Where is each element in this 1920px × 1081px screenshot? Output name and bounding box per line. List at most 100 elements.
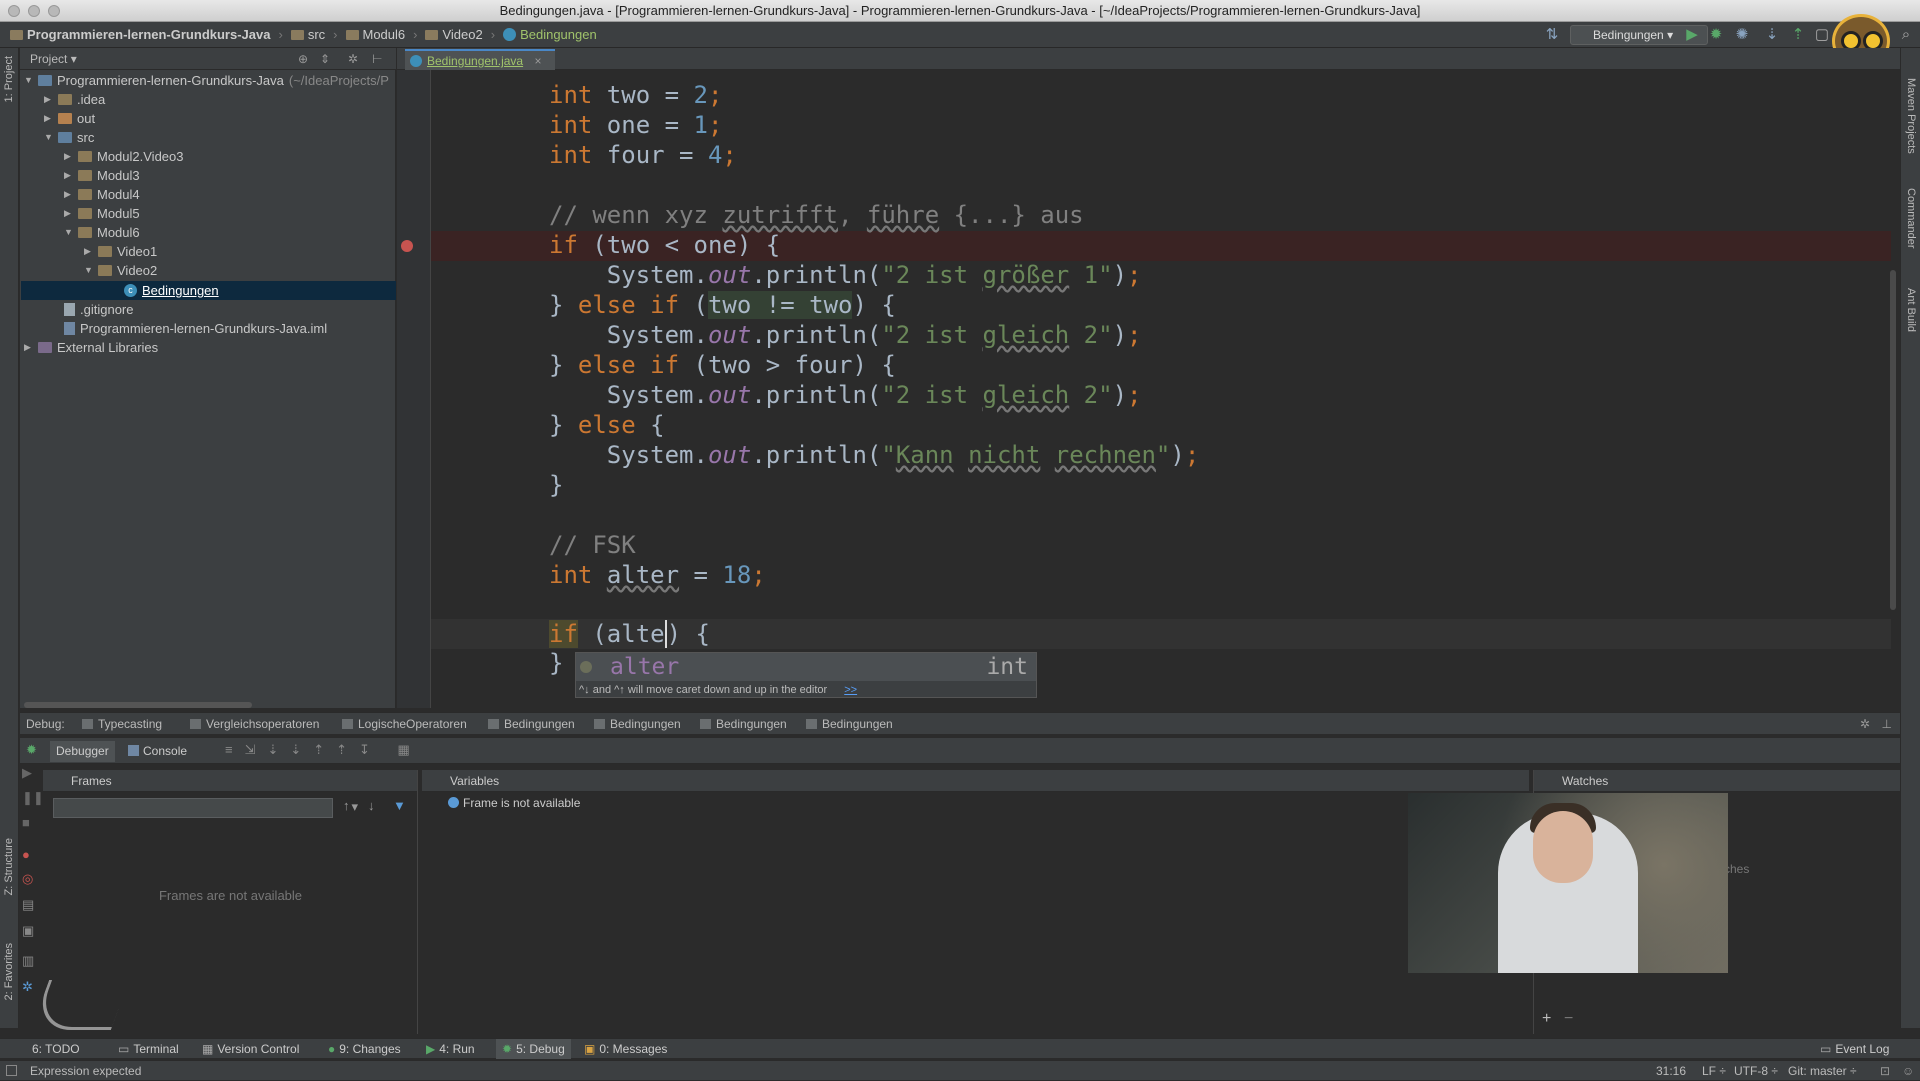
rerun-icon[interactable]: ✹	[26, 742, 37, 758]
resume-icon[interactable]: ▶	[22, 765, 32, 781]
debug-icon[interactable]: ✹	[1707, 26, 1725, 44]
lock-icon[interactable]: ⊡	[1880, 1061, 1890, 1081]
info-icon	[448, 797, 459, 808]
breakpoint-icon[interactable]	[401, 240, 413, 252]
layout-toggle-icon[interactable]	[6, 1065, 17, 1076]
collapse-icon[interactable]: ⇕	[320, 48, 330, 70]
settings-icon[interactable]: ✲	[22, 979, 33, 995]
build-icon[interactable]: ⇅	[1543, 26, 1561, 44]
completion-item-alter[interactable]: alter int	[576, 653, 1036, 681]
vcs-update-icon[interactable]: ⇣	[1763, 26, 1781, 44]
crumb-src[interactable]: src ›	[290, 27, 338, 42]
tree-item-external-libraries[interactable]: ▶ External Libraries	[24, 338, 158, 357]
close-icon[interactable]	[8, 5, 20, 17]
frame-down-icon[interactable]: ↓	[368, 798, 375, 813]
filter-icon[interactable]: ▼	[393, 798, 406, 813]
dump-threads-icon[interactable]: ▤	[22, 897, 34, 913]
tree-item-video1[interactable]: ▶ Video1	[84, 242, 157, 261]
tab-console[interactable]: Console	[122, 741, 193, 762]
class-icon: c	[124, 284, 137, 297]
crumb-bedingungen[interactable]: Bedingungen	[503, 27, 597, 42]
project-view-select[interactable]: Project	[30, 52, 67, 66]
remove-watch-icon[interactable]: −	[1564, 1010, 1573, 1028]
mute-breakpoints-icon[interactable]: ◎	[22, 871, 33, 887]
tree-item-src[interactable]: ▼ src	[44, 128, 94, 147]
debug-tab-bedingungen-1[interactable]: Bedingungen	[488, 713, 575, 735]
folder-icon	[78, 227, 92, 238]
tree-item-modul3[interactable]: ▶ Modul3	[64, 166, 140, 185]
stop-icon[interactable]: ■	[22, 815, 30, 830]
tree-item-gitignore[interactable]: .gitignore	[64, 300, 133, 319]
git-branch[interactable]: Git: master ÷	[1788, 1061, 1857, 1081]
pin-icon[interactable]: ▥	[22, 953, 34, 969]
coverage-icon[interactable]: ✺	[1733, 26, 1751, 44]
tab-debugger[interactable]: Debugger	[50, 741, 115, 762]
tool-tab-run[interactable]: ▶ 4: Run	[426, 1039, 475, 1059]
inspector-icon[interactable]: ☺	[1902, 1061, 1914, 1081]
tool-tab-messages[interactable]: ▣ 0: Messages	[584, 1039, 667, 1059]
gear-icon[interactable]: ✲	[1860, 713, 1870, 735]
gear-icon[interactable]: ✲	[348, 48, 358, 70]
class-icon	[410, 55, 422, 67]
tree-item-idea[interactable]: ▶ .idea	[44, 90, 105, 109]
hide-icon[interactable]: ⊢	[372, 48, 382, 70]
tool-tab-changes[interactable]: ● 9: Changes	[328, 1039, 401, 1059]
tree-item-modul2-video3[interactable]: ▶ Modul2.Video3	[64, 147, 184, 166]
ant-build-tool-tab[interactable]: Ant Build	[1905, 288, 1917, 332]
restore-layout-icon[interactable]: ▣	[22, 923, 34, 939]
tree-item-bedingungen[interactable]: c Bedingungen	[124, 281, 219, 300]
tree-item-modul5[interactable]: ▶ Modul5	[64, 204, 140, 223]
structure-tool-tab[interactable]: Z: Structure	[3, 838, 15, 895]
editor-tab-bedingungen[interactable]: Bedingungen.java ×	[405, 49, 556, 70]
tool-tab-debug[interactable]: ✹ 5: Debug	[496, 1039, 571, 1059]
tool-tab-event-log[interactable]: ▭ Event Log	[1820, 1039, 1889, 1059]
line-separator[interactable]: LF ÷	[1702, 1061, 1726, 1081]
editor-gutter[interactable]	[397, 70, 431, 708]
debug-tab-logischeoperatoren[interactable]: LogischeOperatoren	[342, 713, 467, 735]
debug-tab-bedingungen-2[interactable]: Bedingungen	[594, 713, 681, 735]
tree-item-iml[interactable]: Programmieren-lernen-Grundkurs-Java.iml	[64, 319, 327, 338]
tool-tab-version-control[interactable]: ▦ Version Control	[202, 1039, 299, 1059]
sync-icon[interactable]: ⊕	[298, 48, 308, 70]
zoom-icon[interactable]	[48, 5, 60, 17]
crumb-project[interactable]: Programmieren-lernen-Grundkurs-Java ›	[10, 27, 283, 42]
commander-tool-tab[interactable]: Commander	[1905, 188, 1917, 249]
window-title: Bedingungen.java - [Programmieren-lernen…	[499, 3, 1421, 18]
close-tab-icon[interactable]: ×	[534, 54, 541, 68]
maven-tool-tab[interactable]: Maven Projects	[1905, 78, 1917, 154]
favorites-tool-tab[interactable]: 2: Favorites	[3, 943, 15, 1000]
debug-tab-typecasting[interactable]: Typecasting	[82, 713, 162, 735]
editor-tab-bar	[397, 48, 1900, 70]
settings-icon[interactable]: ▢	[1813, 26, 1831, 44]
tree-item-modul4[interactable]: ▶ Modul4	[64, 185, 140, 204]
debug-tab-bedingungen-4[interactable]: Bedingungen	[806, 713, 893, 735]
tool-tab-terminal[interactable]: ▭ Terminal	[118, 1039, 179, 1059]
tree-item-modul6[interactable]: ▼ Modul6	[64, 223, 140, 242]
frame-up-icon[interactable]: ↑	[343, 798, 350, 813]
step-icons[interactable]: ≡⇲⇣⇣⇡⇡↧ ▦	[225, 742, 422, 758]
debug-tab-vergleichsoperatoren[interactable]: Vergleichsoperatoren	[190, 713, 319, 735]
vcs-commit-icon[interactable]: ⇡	[1789, 26, 1807, 44]
tree-item-video2[interactable]: ▼ Video2	[84, 261, 157, 280]
crumb-modul6[interactable]: Modul6 ›	[345, 27, 417, 42]
view-breakpoints-icon[interactable]: ●	[22, 847, 30, 862]
completion-hint-link[interactable]: >>	[844, 684, 857, 696]
thread-select[interactable]: ▾	[53, 798, 358, 818]
pause-icon[interactable]: ❚❚	[22, 790, 44, 806]
project-tool-tab[interactable]: 1: Project	[3, 56, 15, 102]
add-watch-icon[interactable]: +	[1542, 1010, 1551, 1028]
project-horizontal-scrollbar[interactable]	[24, 702, 252, 708]
code-lines: int two = 2; int one = 1; int four = 4; …	[431, 70, 1891, 708]
minimize-icon[interactable]	[28, 5, 40, 17]
debug-tab-bedingungen-3[interactable]: Bedingungen	[700, 713, 787, 735]
caret-position[interactable]: 31:16	[1656, 1061, 1686, 1081]
search-icon[interactable]: ⌕	[1897, 26, 1915, 44]
tool-tab-todo[interactable]: 6: TODO	[32, 1039, 80, 1059]
left-tool-strip: 1: Project Z: Structure 2: Favorites	[0, 48, 19, 1028]
run-icon[interactable]: ▶	[1683, 26, 1701, 44]
hide-panel-icon[interactable]: ⊥	[1882, 713, 1892, 735]
crumb-video2[interactable]: Video2 ›	[425, 27, 495, 42]
tree-item-project-root[interactable]: ▼ Programmieren-lernen-Grundkurs-Java (~/I…	[24, 71, 389, 90]
file-encoding[interactable]: UTF-8 ÷	[1734, 1061, 1778, 1081]
tree-item-out[interactable]: ▶ out	[44, 109, 95, 128]
